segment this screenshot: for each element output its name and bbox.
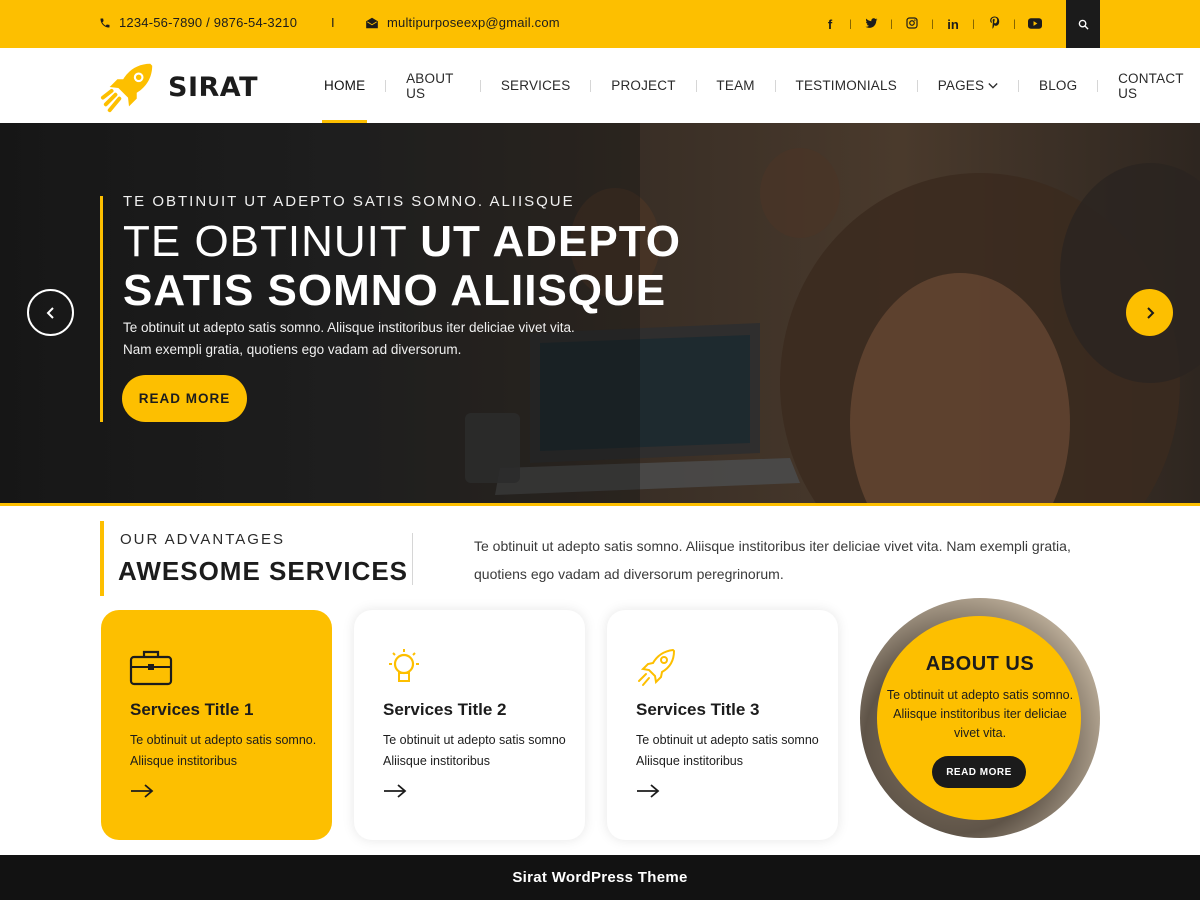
rocket-icon [635, 648, 679, 693]
hero-title-bold: UT ADEPTO [420, 217, 682, 266]
nav-divider [1097, 79, 1099, 92]
social-divider: | [890, 18, 893, 30]
lightbulb-icon [382, 648, 426, 693]
arrow-right-icon[interactable] [383, 784, 407, 803]
arrow-right-icon[interactable] [636, 784, 660, 803]
logo-text: SIRAT [168, 71, 258, 103]
arrow-right-icon[interactable] [130, 784, 154, 803]
nav-services[interactable]: SERVICES [487, 48, 585, 123]
service-title: Services Title 3 [636, 700, 760, 719]
search-icon [1078, 19, 1089, 30]
nav-pages-label: PAGES [937, 78, 985, 93]
about-us-circle: ABOUT US Te obtinuit ut adepto satis som… [860, 598, 1100, 838]
hero-read-more-button[interactable]: READ MORE [122, 375, 247, 422]
hero-title-line1: TE OBTINUIT UT ADEPTO [123, 217, 681, 267]
nav-about-us[interactable]: ABOUT US [392, 48, 474, 123]
hero-description: Te obtinuit ut adepto satis somno. Aliis… [123, 320, 575, 357]
section-title: AWESOME SERVICES [118, 556, 409, 586]
social-divider: | [972, 18, 975, 30]
hero-accent-line [100, 196, 103, 422]
hero-title-line2: SATIS SOMNO ALIISQUE [123, 266, 667, 315]
nav-divider [480, 79, 481, 92]
chevron-right-icon [1146, 306, 1154, 319]
social-divider: | [931, 18, 934, 30]
social-divider: | [849, 18, 852, 30]
main-nav: HOME ABOUT US SERVICES PROJECT TEAM TEST… [310, 48, 1200, 123]
email-text: multipurposeexp@gmail.com [387, 15, 560, 30]
service-text: Te obtinuit ut adepto satis somno Aliisq… [636, 733, 819, 768]
briefcase-icon [129, 648, 173, 691]
chevron-down-icon [988, 82, 998, 89]
phone-icon [100, 18, 110, 27]
site-header: SIRAT HOME ABOUT US SERVICES PROJECT TEA… [0, 48, 1200, 123]
instagram-icon[interactable] [900, 16, 924, 32]
nav-team[interactable]: TEAM [702, 48, 768, 123]
about-us-text: Te obtinuit ut adepto satis somno. Aliis… [886, 688, 1074, 740]
service-title: Services Title 2 [383, 700, 507, 719]
section-description: Te obtinuit ut adepto satis somno. Aliis… [474, 538, 1071, 582]
hero-kicker: TE OBTINUIT UT ADEPTO SATIS SOMNO. ALIIS… [123, 193, 575, 210]
social-divider: | [1013, 18, 1016, 30]
service-text: Te obtinuit ut adepto satis somno Aliisq… [383, 733, 566, 768]
nav-divider [695, 79, 697, 92]
email-contact[interactable]: multipurposeexp@gmail.com [365, 15, 560, 30]
slider-next-button[interactable] [1126, 289, 1173, 336]
section-accent-line [100, 521, 104, 596]
nav-divider [774, 79, 776, 92]
envelope-icon [366, 17, 378, 28]
social-links: f | | | in | | [818, 0, 1047, 48]
facebook-icon[interactable]: f [818, 17, 842, 32]
about-us-title: ABOUT US [925, 653, 1035, 675]
service-card-1[interactable]: Services Title 1 Te obtinuit ut adepto s… [101, 610, 332, 840]
top-bar: 1234-56-7890 / 9876-54-3210 I multipurpo… [0, 0, 1200, 48]
hero-title-light: TE OBTINUIT [123, 217, 407, 266]
section-divider [412, 533, 413, 585]
pinterest-icon[interactable] [982, 16, 1006, 32]
nav-testimonials[interactable]: TESTIMONIALS [782, 48, 911, 123]
phone-contact: 1234-56-7890 / 9876-54-3210 [99, 15, 297, 30]
nav-home[interactable]: HOME [310, 48, 379, 123]
hero-bottom-accent [0, 503, 1200, 506]
youtube-icon[interactable] [1023, 17, 1047, 32]
nav-project[interactable]: PROJECT [597, 48, 689, 123]
nav-pages[interactable]: PAGES [924, 48, 1013, 123]
topbar-separator: I [331, 15, 335, 30]
about-read-more-button[interactable]: READ MORE [932, 756, 1026, 788]
nav-contact-us[interactable]: CONTACT US [1104, 48, 1200, 123]
service-text: Te obtinuit ut adepto satis somno. Aliis… [130, 733, 317, 768]
slider-prev-button[interactable] [27, 289, 74, 336]
section-kicker: OUR ADVANTAGES [120, 531, 285, 548]
service-card-3[interactable]: Services Title 3 Te obtinuit ut adepto s… [607, 610, 838, 840]
rocket-logo-icon [100, 63, 153, 113]
twitter-icon[interactable] [859, 17, 883, 32]
phone-text: 1234-56-7890 / 9876-54-3210 [119, 15, 298, 30]
footer-text: Sirat WordPress Theme [512, 869, 688, 886]
site-footer: Sirat WordPress Theme [0, 855, 1200, 900]
nav-divider [916, 79, 918, 92]
hero-slider: TE OBTINUIT UT ADEPTO SATIS SOMNO. ALIIS… [0, 123, 1200, 503]
service-title: Services Title 1 [130, 700, 254, 719]
service-card-2[interactable]: Services Title 2 Te obtinuit ut adepto s… [354, 610, 585, 840]
nav-divider [590, 79, 592, 92]
linkedin-icon[interactable]: in [941, 17, 965, 32]
site-logo[interactable]: SIRAT [100, 58, 258, 116]
nav-divider [1018, 79, 1019, 92]
nav-blog[interactable]: BLOG [1025, 48, 1091, 123]
chevron-left-icon [46, 306, 54, 319]
nav-divider [385, 79, 387, 92]
search-button[interactable] [1066, 0, 1100, 48]
